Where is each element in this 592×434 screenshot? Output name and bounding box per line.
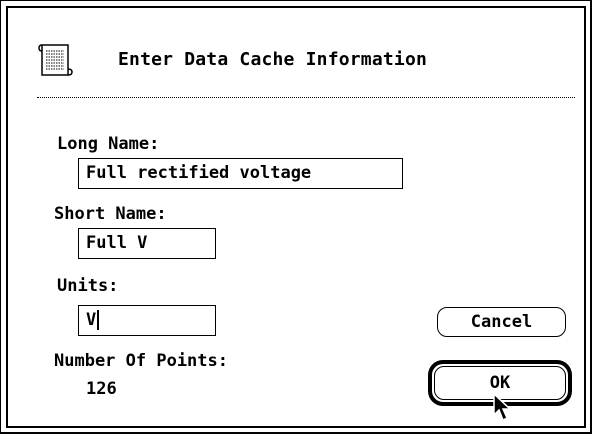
dialog-title: Enter Data Cache Information [118, 49, 428, 70]
short-name-field[interactable]: Full V [78, 228, 216, 259]
long-name-field[interactable]: Full rectified voltage [78, 158, 403, 189]
title-separator [37, 97, 575, 98]
units-value: V [86, 310, 97, 330]
number-of-points-value: 126 [86, 379, 117, 399]
long-name-label: Long Name: [57, 134, 160, 154]
scroll-icon [38, 44, 73, 76]
dialog-window: Enter Data Cache Information Long Name: … [0, 0, 592, 434]
number-of-points-label: Number Of Points: [54, 351, 228, 371]
text-cursor [97, 310, 100, 330]
units-label: Units: [57, 276, 119, 296]
short-name-label: Short Name: [54, 204, 167, 224]
mouse-pointer-icon [493, 393, 512, 422]
units-field[interactable]: V [78, 305, 216, 336]
cancel-button[interactable]: Cancel [437, 307, 566, 337]
long-name-value: Full rectified voltage [86, 163, 312, 183]
short-name-value: Full V [86, 233, 148, 253]
